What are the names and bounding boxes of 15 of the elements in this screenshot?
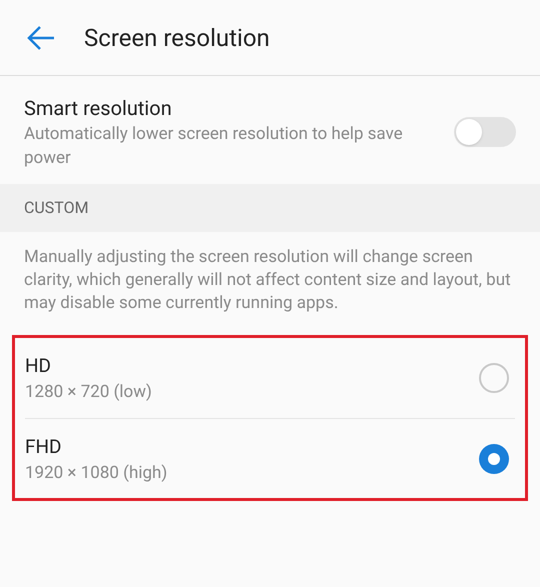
section-description: Manually adjusting the screen resolution will change screen clarity, which generally will not affect content size and layout, but may disable some currently running apps. [23, 246, 512, 315]
option-subtitle: 1920 × 1080 (high) [25, 462, 168, 484]
resolution-option[interactable]: FHD 1920 × 1080 (high) [25, 418, 515, 498]
option-title: HD [25, 353, 52, 379]
resolution-option[interactable]: HD 1280 × 720 (low) [25, 338, 515, 418]
setting-title: Smart resolution [24, 95, 173, 122]
section-header: CUSTOM [0, 184, 540, 232]
radio-button[interactable] [479, 444, 509, 474]
radio-button[interactable] [479, 363, 509, 393]
back-arrow-icon[interactable] [26, 24, 56, 50]
screen-title: Screen resolution [84, 22, 270, 54]
option-subtitle: 1280 × 720 (low) [25, 381, 153, 404]
setting-description: Automatically lower screen resolution to help save power [24, 123, 404, 170]
option-title: FHD [25, 434, 63, 460]
toggle-switch[interactable] [454, 117, 516, 147]
